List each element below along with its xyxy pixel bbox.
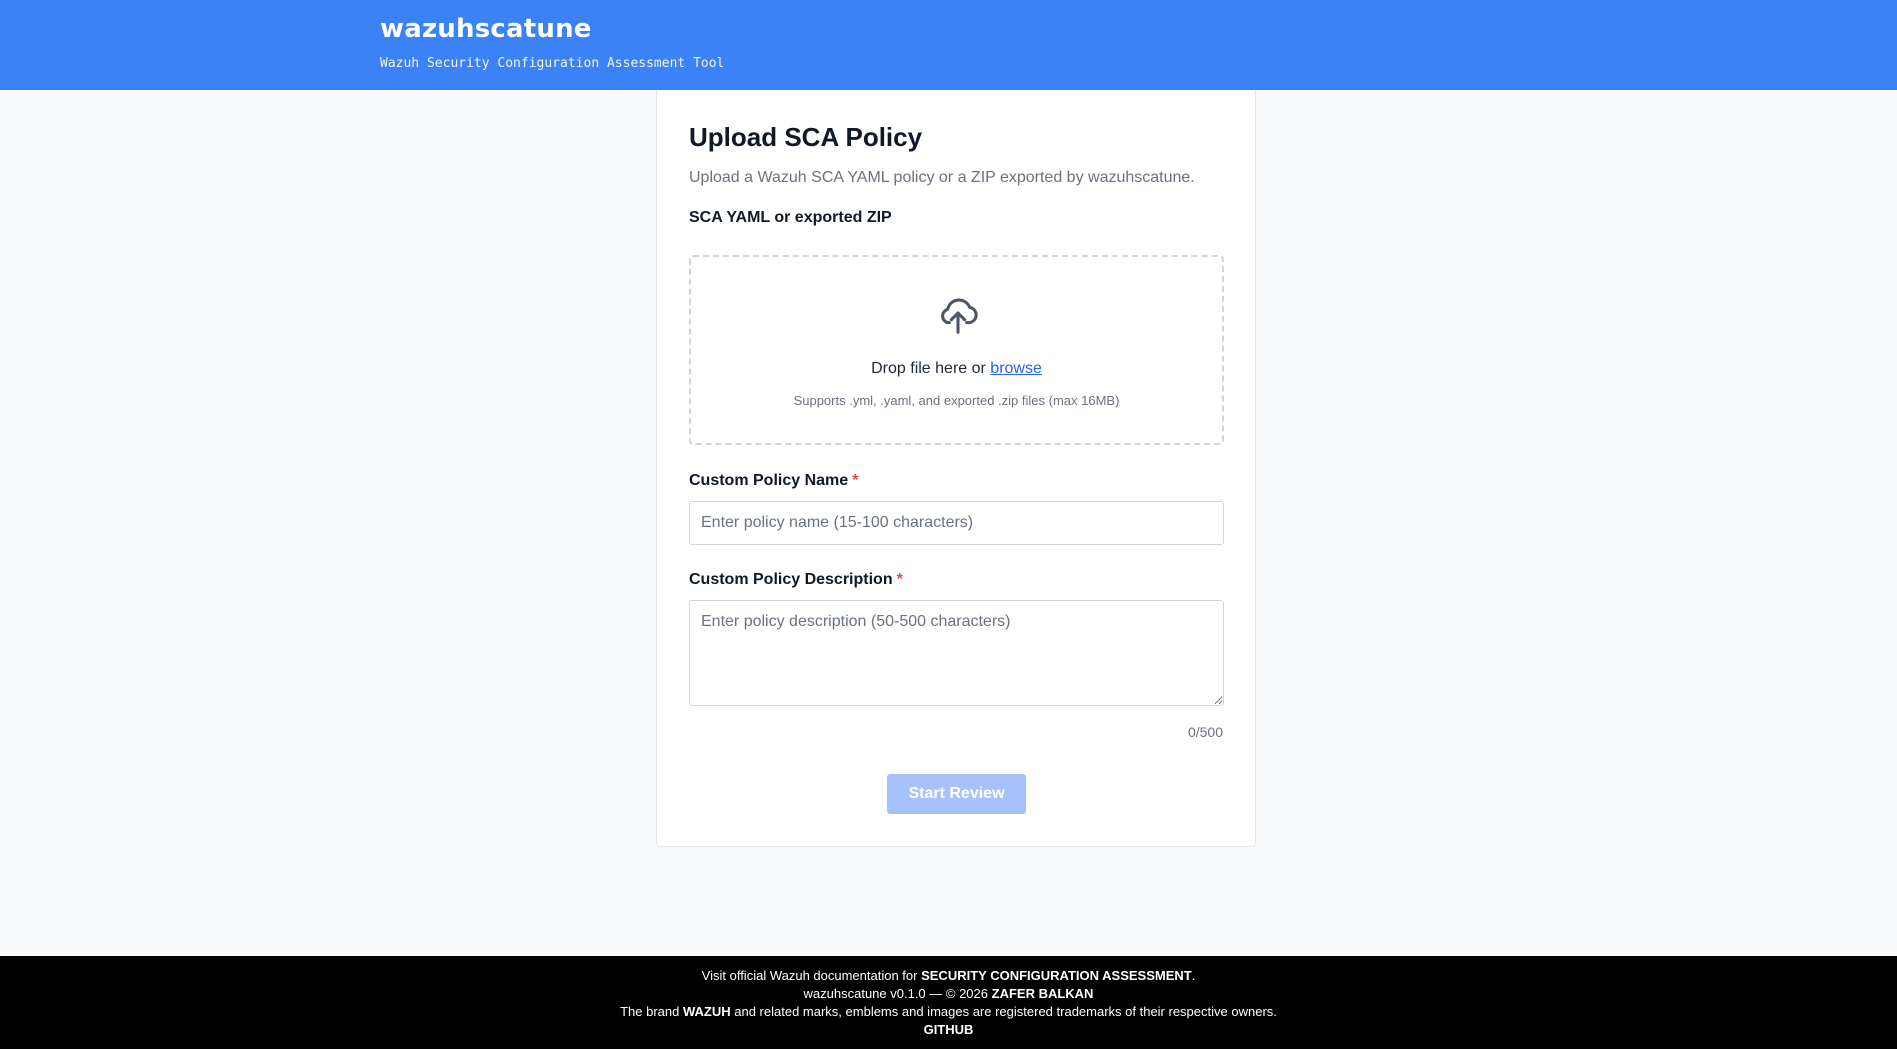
- drop-instruction: Drop file here or: [871, 360, 991, 377]
- required-indicator: *: [852, 472, 859, 489]
- footer-trademark-prefix: The brand: [620, 1004, 683, 1019]
- file-dropzone[interactable]: Drop file here or browse Supports .yml, …: [689, 255, 1224, 445]
- github-link[interactable]: GITHUB: [924, 1022, 974, 1037]
- drop-text: Drop file here or browse: [691, 360, 1222, 378]
- footer-docs-line: Visit official Wazuh documentation for S…: [0, 967, 1897, 985]
- policy-name-label-text: Custom Policy Name: [689, 472, 849, 489]
- upload-card: Upload SCA Policy Upload a Wazuh SCA YAM…: [656, 90, 1256, 847]
- policy-name-input[interactable]: [689, 501, 1224, 545]
- footer-version-text: wazuhscatune v0.1.0 — © 2026: [803, 986, 992, 1001]
- required-indicator: *: [896, 571, 903, 588]
- file-type-hint: Supports .yml, .yaml, and exported .zip …: [793, 393, 1120, 408]
- author-link[interactable]: ZAFER BALKAN: [992, 986, 1094, 1001]
- app-header: wazuhscatune Wazuh Security Configuratio…: [0, 0, 1897, 90]
- footer-trademark-text: and related marks, emblems and images ar…: [730, 1004, 1277, 1019]
- upload-label: SCA YAML or exported ZIP: [689, 209, 892, 226]
- page-description: Upload a Wazuh SCA YAML policy or a ZIP …: [689, 169, 1195, 186]
- footer-version-line: wazuhscatune v0.1.0 — © 2026 ZAFER BALKA…: [0, 985, 1897, 1003]
- cloud-upload-icon: [941, 298, 978, 334]
- sca-docs-link[interactable]: SECURITY CONFIGURATION ASSESSMENT: [921, 968, 1192, 983]
- policy-description-label: Custom Policy Description *: [689, 571, 903, 589]
- browse-link[interactable]: browse: [990, 360, 1042, 377]
- app-title[interactable]: wazuhscatune: [380, 14, 592, 44]
- policy-description-textarea[interactable]: [689, 600, 1224, 706]
- page-title: Upload SCA Policy: [689, 122, 923, 152]
- app-footer: Visit official Wazuh documentation for S…: [0, 956, 1897, 1049]
- footer-github-line: GITHUB: [0, 1021, 1897, 1039]
- footer-docs-suffix: .: [1191, 968, 1196, 983]
- app-subtitle: Wazuh Security Configuration Assessment …: [380, 56, 725, 71]
- footer-trademark-line: The brand WAZUH and related marks, emble…: [0, 1003, 1897, 1021]
- footer-brand-name: WAZUH: [682, 1004, 731, 1019]
- start-review-button[interactable]: Start Review: [887, 774, 1026, 814]
- description-char-counter: 0/500: [1187, 724, 1223, 740]
- policy-description-label-text: Custom Policy Description: [689, 571, 893, 588]
- footer-docs-text: Visit official Wazuh documentation for: [701, 968, 922, 983]
- policy-name-label: Custom Policy Name *: [689, 472, 858, 490]
